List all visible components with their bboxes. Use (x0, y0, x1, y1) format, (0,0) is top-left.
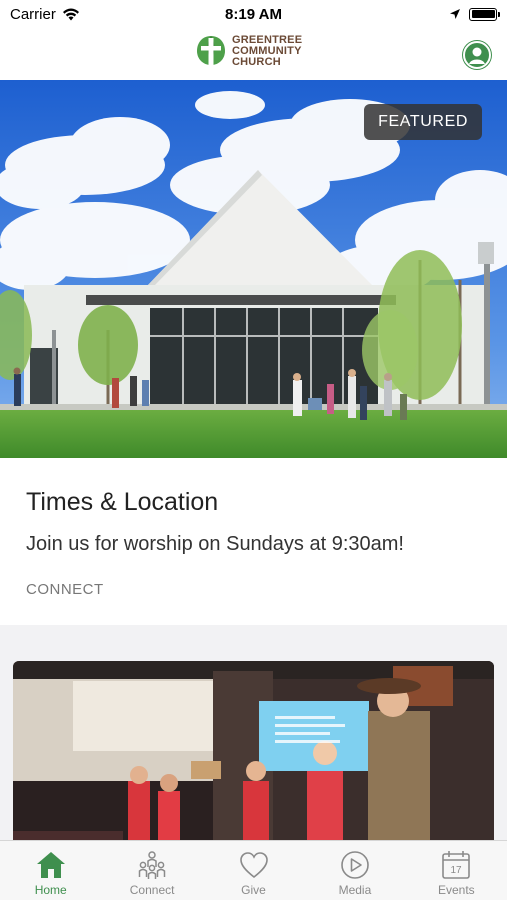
tab-label-home: Home (34, 883, 67, 897)
card-subtitle: Join us for worship on Sundays at 9:30am… (26, 533, 404, 555)
church-building-image: FEATURED (0, 80, 507, 458)
people-icon (138, 851, 166, 879)
worship-photo-card[interactable] (13, 661, 494, 840)
play-icon (341, 851, 369, 879)
logo-wordmark: GREENTREE COMMUNITY CHURCH (232, 33, 303, 68)
church-logo[interactable]: GREENTREE COMMUNITY CHURCH (196, 34, 302, 68)
battery-icon (469, 7, 500, 21)
status-bar: Carrier 8:19 AM (0, 0, 507, 28)
tab-label-media: Media (338, 883, 372, 897)
featured-card[interactable]: FEATURED Times & Location Join us for wo… (0, 80, 507, 625)
carrier-label: Carrier (10, 5, 56, 23)
tab-label-events: Events (437, 883, 475, 897)
featured-badge: FEATURED (364, 104, 482, 140)
tab-give[interactable]: Give (203, 841, 304, 900)
card-category: CONNECT (26, 581, 104, 598)
status-left: Carrier (10, 6, 80, 23)
home-icon (36, 852, 65, 878)
tab-label-give: Give (241, 883, 266, 897)
user-icon (463, 41, 491, 69)
svg-text:17: 17 (451, 865, 463, 876)
card-title: Times & Location (26, 488, 219, 516)
profile-button[interactable] (462, 40, 492, 70)
tab-bar: Home Connect Give Media 17 Events (0, 840, 507, 900)
heart-icon (239, 852, 268, 879)
tab-home[interactable]: Home (0, 841, 101, 900)
tab-media[interactable]: Media (304, 841, 405, 900)
tab-connect[interactable]: Connect (101, 841, 202, 900)
location-arrow-icon (450, 9, 460, 19)
tab-label-connect: Connect (129, 883, 175, 897)
app-header: GREENTREE COMMUNITY CHURCH (0, 28, 507, 80)
logo-line-2: COMMUNITY (232, 44, 302, 57)
content-feed[interactable]: FEATURED Times & Location Join us for wo… (0, 80, 507, 840)
logo-tree-icon (197, 36, 225, 67)
calendar-icon: 17 (442, 851, 471, 879)
wifi-icon (62, 8, 79, 20)
logo-line-1: GREENTREE (232, 33, 303, 46)
tab-events[interactable]: 17 Events (406, 841, 507, 900)
status-right (449, 7, 500, 21)
logo-line-3: CHURCH (232, 55, 281, 68)
